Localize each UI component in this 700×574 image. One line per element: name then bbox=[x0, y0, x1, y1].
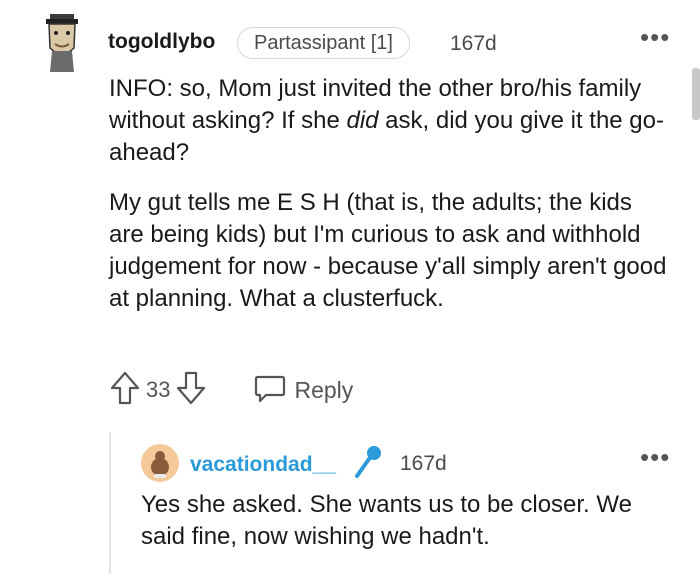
reply-more-options-icon[interactable]: ••• bbox=[640, 444, 670, 470]
comment-username[interactable]: togoldlybo bbox=[108, 30, 215, 54]
upvote-icon[interactable] bbox=[110, 371, 140, 410]
reply-username[interactable]: vacationdad__ bbox=[190, 453, 336, 477]
more-options-icon[interactable]: ••• bbox=[640, 24, 670, 50]
paragraph-segment-italic: did bbox=[346, 107, 379, 134]
comment-age: 167d bbox=[450, 32, 497, 55]
thread-line[interactable] bbox=[109, 432, 111, 574]
reply-bubble-icon bbox=[254, 373, 286, 408]
avatar[interactable] bbox=[40, 12, 84, 74]
reply-age: 167d bbox=[400, 452, 447, 475]
reply-button[interactable]: Reply bbox=[254, 373, 353, 408]
reply-label: Reply bbox=[294, 376, 354, 403]
reply-text: Yes she asked. She wants us to be closer… bbox=[141, 491, 632, 550]
scrollbar[interactable] bbox=[692, 68, 700, 120]
comment-actions: 33 Reply bbox=[110, 371, 353, 410]
reply-avatar[interactable] bbox=[140, 443, 180, 483]
downvote-icon[interactable] bbox=[176, 371, 206, 410]
microphone-icon bbox=[352, 443, 388, 488]
vote-count: 33 bbox=[146, 377, 171, 402]
user-flair: Partassipant [1] bbox=[237, 27, 410, 59]
comment-paragraph-1: INFO: so, Mom just invited the other bro… bbox=[109, 73, 669, 169]
comment-paragraph-2: My gut tells me E S H (that is, the adul… bbox=[109, 189, 667, 312]
